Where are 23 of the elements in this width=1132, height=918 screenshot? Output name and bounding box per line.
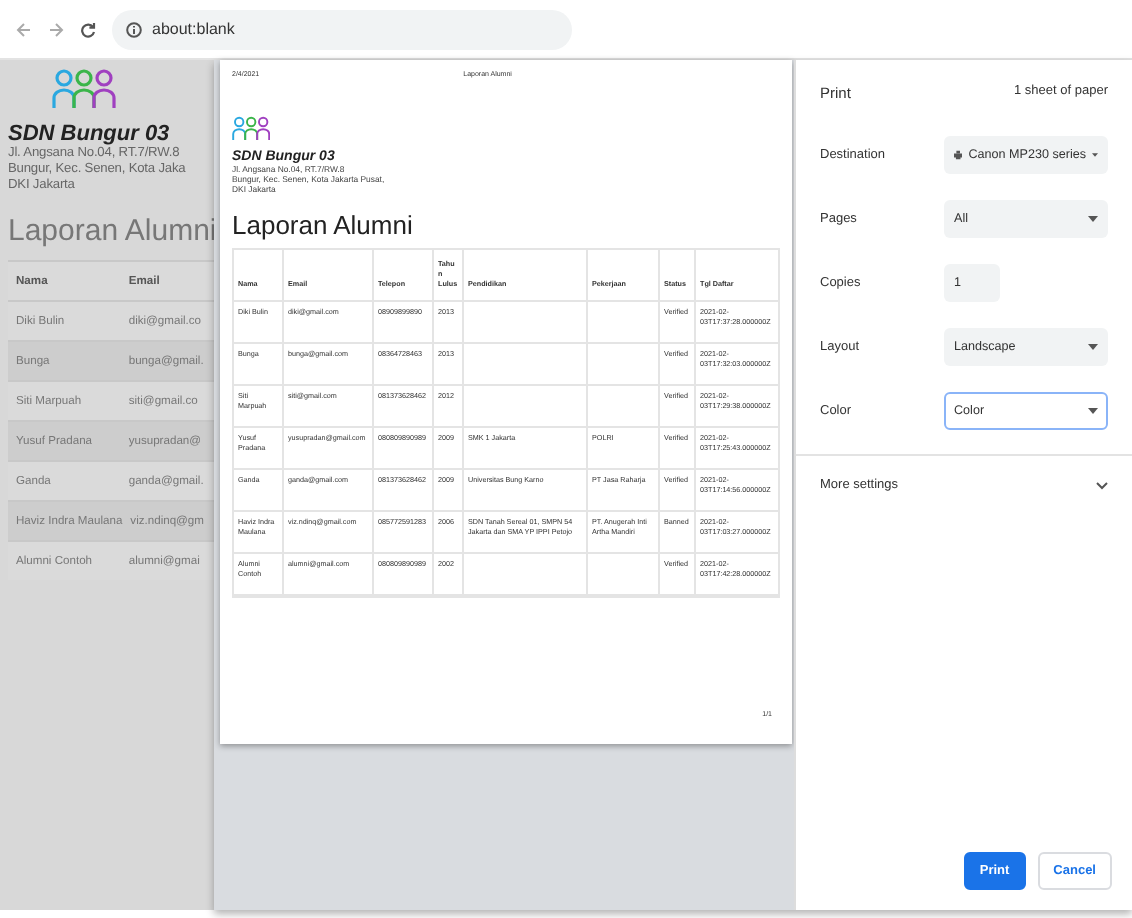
school-name: SDN Bungur 03 [8,122,172,146]
back-arrow-icon[interactable] [16,21,32,37]
table-cell [588,386,660,428]
address-bar[interactable]: about:blank [112,9,572,49]
forward-arrow-icon[interactable] [48,21,64,37]
url-text: about:blank [152,20,235,38]
dropdown-caret-icon [1088,407,1098,413]
table-cell [588,302,660,344]
table-cell [464,302,588,344]
chevron-icon [1096,481,1108,489]
printer-icon [954,147,963,161]
dropdown-caret-icon [1092,151,1098,157]
table-cell [588,344,660,386]
reload-icon[interactable] [80,21,96,37]
dropdown-caret-icon [1088,215,1098,221]
dropdown-caret-icon [1088,343,1098,349]
page-title: Laporan Alumni [8,214,214,248]
people-logo-drawing [52,68,116,108]
table-cell [464,344,588,386]
table-cell [464,386,588,428]
people-logo-drawing [232,116,271,140]
info-icon [126,21,142,37]
report-title: Laporan Alumni [232,210,415,240]
